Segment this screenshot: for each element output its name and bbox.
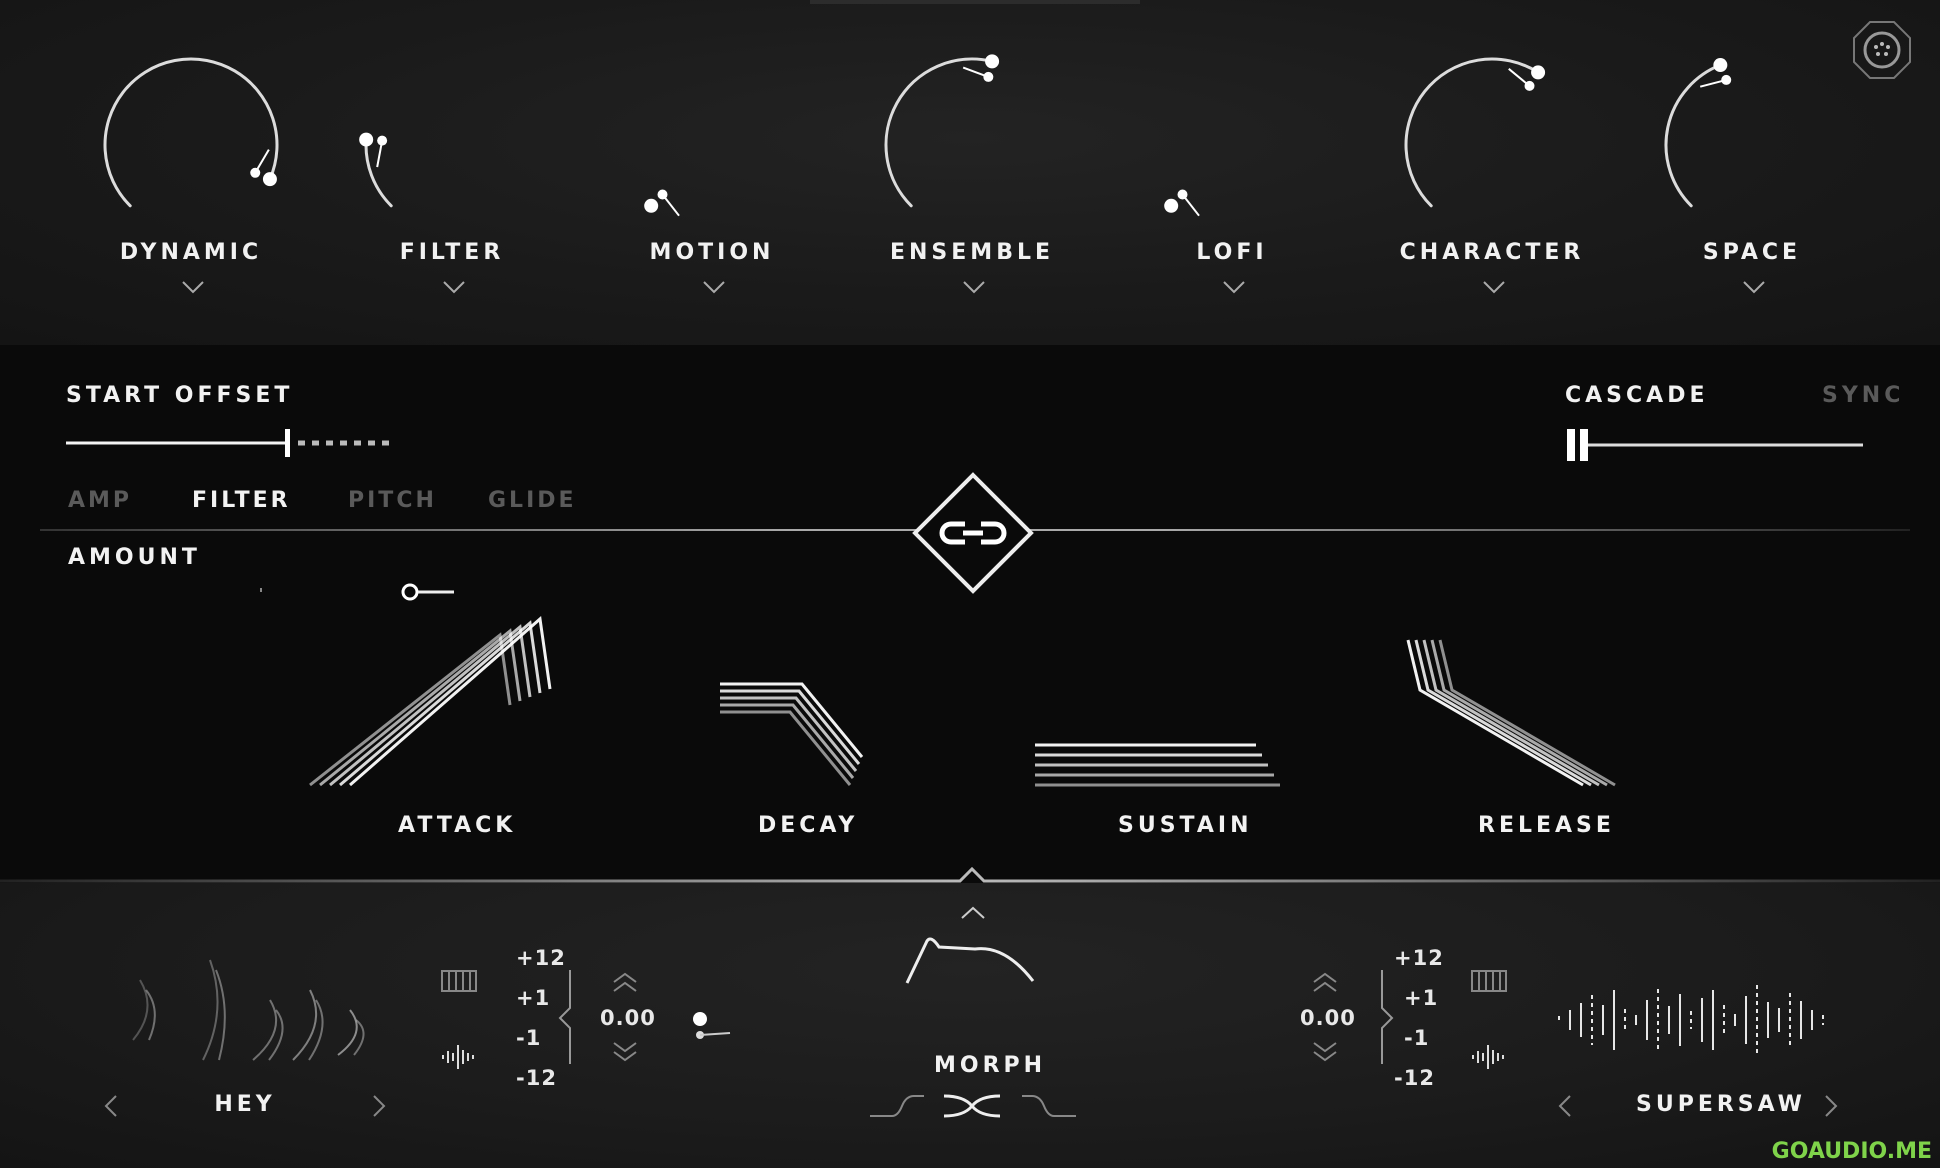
dynamic-chevron-down-icon[interactable] [181,280,205,294]
knob-filter[interactable] [359,132,393,208]
left-pitch-minus-12[interactable]: -12 [516,1066,557,1090]
decay-label[interactable]: DECAY [758,813,858,838]
left-tune-up-icon[interactable] [612,972,638,994]
attack-label[interactable]: ATTACK [398,813,512,838]
right-pitch-plus-12[interactable]: +12 [1394,946,1444,970]
right-keyboard-icon[interactable] [1471,970,1507,992]
left-prev-chevron-icon[interactable] [104,1094,118,1118]
knob-label-space: SPACE [1702,240,1802,265]
morph-slider[interactable] [690,1005,1250,1045]
right-prev-chevron-icon[interactable] [1558,1094,1572,1118]
attack-envelope-shape[interactable] [309,616,552,787]
morph-mode-icons[interactable] [868,1090,1078,1122]
filter-chevron-down-icon[interactable] [442,280,466,294]
cascade-slider[interactable] [1565,425,1865,465]
left-pitch-plus-12[interactable]: +12 [516,946,566,970]
amount-handle [401,583,419,601]
knob-motion[interactable] [644,189,680,217]
ensemble-chevron-down-icon[interactable] [962,280,986,294]
right-pitch-plus-1[interactable]: +1 [1404,986,1438,1010]
sustain-envelope-shape[interactable] [1035,743,1280,787]
right-waveform-icon[interactable] [1471,1043,1505,1071]
right-next-chevron-icon[interactable] [1824,1094,1838,1118]
bottom-divider [0,866,1940,883]
left-layer-name[interactable]: HEY [200,1092,290,1117]
knob-ensemble[interactable] [884,54,1000,208]
left-waveform-icon[interactable] [441,1043,475,1071]
cascade-handle [1567,429,1575,461]
lofi-chevron-down-icon[interactable] [1222,280,1246,294]
tab-filter[interactable]: FILTER [192,488,291,513]
space-chevron-down-icon[interactable] [1742,280,1766,294]
release-label[interactable]: RELEASE [1478,813,1611,838]
left-keyboard-icon[interactable] [441,970,477,992]
knob-label-dynamic: DYNAMIC [119,240,263,265]
envelope-graphics [309,616,1616,787]
left-pitch-minus-1[interactable]: -1 [516,1026,541,1050]
left-tune-value[interactable]: 0.00 [600,1006,656,1030]
right-layer-name[interactable]: SUPERSAW [1636,1092,1802,1117]
release-envelope-shape[interactable] [1406,639,1616,787]
morph-curve-icon [905,937,1035,984]
knob-label-lofi: LOFI [1196,240,1268,265]
tab-amp[interactable]: AMP [68,488,132,513]
morph-label: MORPH [934,1053,1047,1078]
character-chevron-down-icon[interactable] [1482,280,1506,294]
right-pitch-minus-1[interactable]: -1 [1404,1026,1429,1050]
morph-handle [693,1012,707,1026]
knob-dynamic[interactable] [103,57,279,208]
left-pitch-plus-1[interactable]: +1 [516,986,550,1010]
watermark: GOAUDIO.ME [1771,1139,1932,1164]
left-tune-down-icon[interactable] [612,1040,638,1062]
knob-space[interactable] [1664,58,1732,208]
knob-label-character: CHARACTER [1399,240,1585,265]
knob-character[interactable] [1404,57,1546,208]
left-pitch-bracket [558,970,571,1064]
start-offset-slider[interactable] [66,425,406,465]
start-offset-label: START OFFSET [66,383,294,408]
knob-label-ensemble: ENSEMBLE [889,240,1055,265]
tab-pitch[interactable]: PITCH [348,488,437,513]
right-tune-value[interactable]: 0.00 [1300,1006,1356,1030]
start-offset-handle [285,429,290,457]
right-pitch-minus-12[interactable]: -12 [1394,1066,1435,1090]
left-next-chevron-icon[interactable] [372,1094,386,1118]
decay-envelope-shape[interactable] [720,682,864,786]
right-pitch-bracket [1381,970,1394,1064]
motion-chevron-down-icon[interactable] [702,280,726,294]
amount-label: AMOUNT [68,545,201,570]
left-layer-waveform [132,959,365,1061]
cascade-label: CASCADE [1565,383,1709,408]
knob-lofi[interactable] [1164,189,1200,217]
link-envelopes-button[interactable] [912,472,1034,594]
knob-label-motion: MOTION [649,240,775,265]
knob-label-filter: FILTER [399,240,505,265]
tab-glide[interactable]: GLIDE [488,488,577,513]
macro-knobs [103,54,1732,217]
sustain-label[interactable]: SUSTAIN [1118,813,1248,838]
collapse-chevron-up-icon[interactable] [960,906,986,920]
right-tune-down-icon[interactable] [1312,1040,1338,1062]
right-layer-waveform [1558,985,1824,1055]
sync-button[interactable]: SYNC [1822,383,1904,408]
right-tune-up-icon[interactable] [1312,972,1338,994]
